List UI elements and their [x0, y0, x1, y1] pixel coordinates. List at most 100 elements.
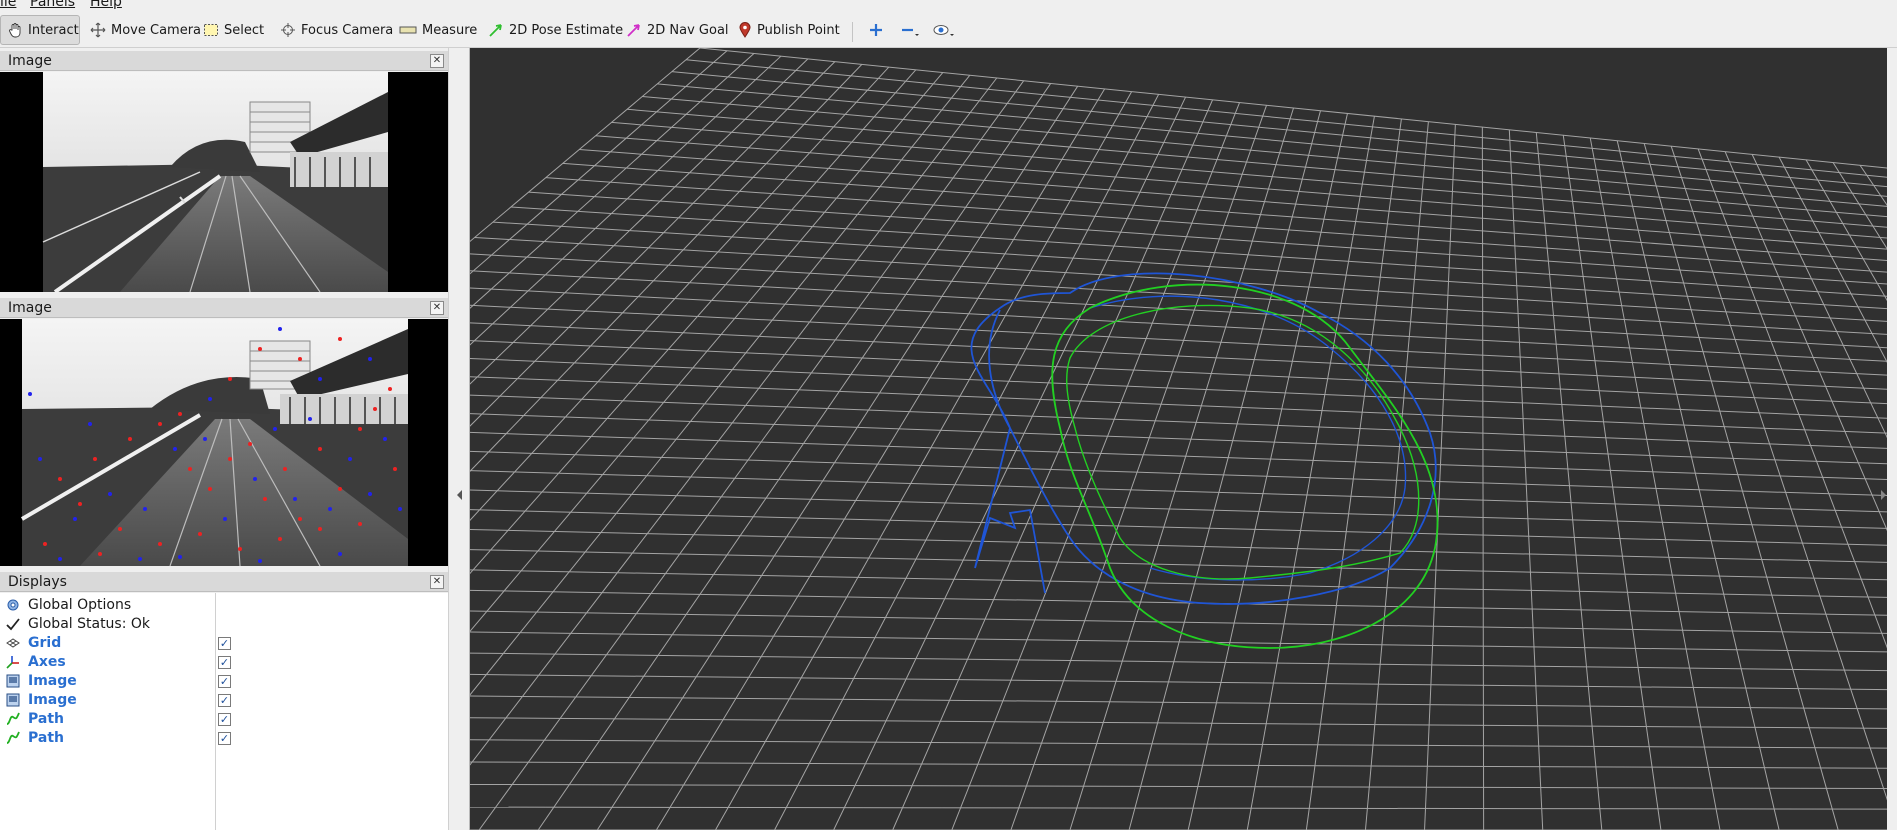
- select-label: Select: [224, 22, 265, 38]
- 3d-viewport[interactable]: [470, 48, 1887, 830]
- collapse-right-icon: [1881, 490, 1886, 500]
- camera-image-1: [0, 72, 448, 292]
- grid-line: [951, 102, 1241, 830]
- panel-splitter[interactable]: [448, 48, 470, 830]
- move-camera-label: Move Camera: [111, 22, 202, 38]
- image-2-enabled-checkbox[interactable]: ✓: [218, 694, 231, 707]
- displays-tree: Global Options Global Status: Ok Grid Ax…: [0, 593, 448, 830]
- menu-file[interactable]: ile: [0, 0, 16, 10]
- grid-line: [470, 66, 890, 521]
- grid-line: [470, 529, 1887, 563]
- grid-line: [470, 50, 728, 275]
- checkmark-icon: [6, 617, 20, 630]
- ruler-icon: [399, 26, 417, 34]
- close-icon[interactable]: ✕: [430, 54, 444, 68]
- move-camera-button[interactable]: Move Camera: [84, 15, 207, 45]
- display-row-image-1[interactable]: Image: [6, 671, 77, 690]
- display-label: Path: [28, 729, 64, 746]
- interact-button[interactable]: Interact: [0, 15, 80, 45]
- toolbar: Interact Move Camera Select Focus Camera…: [0, 12, 1897, 48]
- focus-camera-button[interactable]: Focus Camera: [274, 15, 399, 45]
- nav-goal-label: 2D Nav Goal: [647, 22, 729, 38]
- display-row-path-1[interactable]: Path: [6, 709, 64, 728]
- grid-line: [470, 673, 1887, 691]
- display-row-path-2[interactable]: Path: [6, 728, 64, 747]
- publish-point-label: Publish Point: [757, 22, 840, 38]
- grid-line: [1246, 116, 1375, 830]
- image-panel-2-header: Image ✕: [0, 298, 448, 318]
- grid-line: [1128, 110, 1321, 830]
- grid-line: [642, 95, 1887, 207]
- grid-line: [528, 191, 1887, 285]
- gear-icon: [7, 599, 19, 610]
- grid-line: [470, 652, 1887, 672]
- ground-grid: [470, 48, 1887, 830]
- display-row-global-status[interactable]: Global Status: Ok: [6, 614, 150, 633]
- grid-line: [892, 99, 1214, 830]
- grid-enabled-checkbox[interactable]: ✓: [218, 637, 231, 650]
- hand-icon: [9, 23, 21, 38]
- grid-line: [1364, 121, 1429, 830]
- measure-button[interactable]: Measure: [393, 15, 483, 45]
- minus-icon: [902, 28, 919, 36]
- display-label: Global Status: Ok: [28, 615, 151, 632]
- path-1-enabled-checkbox[interactable]: ✓: [218, 713, 231, 726]
- display-label: Image: [28, 691, 77, 708]
- pose-estimate-button[interactable]: 2D Pose Estimate: [482, 15, 629, 45]
- publish-point-button[interactable]: Publish Point: [732, 15, 846, 45]
- menu-bar: ile Panels Help: [0, 0, 1897, 12]
- display-row-image-2[interactable]: Image: [6, 690, 77, 709]
- path-2-enabled-checkbox[interactable]: ✓: [218, 732, 231, 745]
- blue-path-inner: [1089, 295, 1407, 581]
- image-icon: [6, 674, 20, 687]
- view-tool-button[interactable]: [926, 15, 962, 45]
- grid-line: [470, 695, 1887, 710]
- green-path-inner: [1066, 304, 1420, 580]
- grid-line: [470, 450, 1887, 497]
- nav-goal-button[interactable]: 2D Nav Goal: [620, 15, 735, 45]
- measure-label: Measure: [422, 22, 478, 38]
- map-pin-icon: [739, 22, 751, 38]
- image-1-enabled-checkbox[interactable]: ✓: [218, 675, 231, 688]
- green-path: [1051, 283, 1439, 649]
- green-arrow-icon: [489, 24, 502, 37]
- grid-line: [470, 549, 1887, 581]
- close-icon[interactable]: ✕: [430, 575, 444, 589]
- plus-icon: [870, 24, 882, 36]
- grid-line: [470, 74, 971, 696]
- toolbar-separator: [852, 22, 853, 42]
- grid-line: [1187, 113, 1348, 830]
- grid-line: [470, 304, 1887, 376]
- grid-line: [470, 64, 863, 472]
- grid-line: [470, 58, 809, 385]
- displays-panel-header: Displays ✕: [0, 572, 448, 592]
- select-button[interactable]: Select: [197, 15, 270, 45]
- grid-line: [470, 717, 1887, 729]
- display-row-axes[interactable]: Axes: [6, 652, 66, 671]
- grid-line: [686, 59, 1887, 178]
- column-separator: [215, 593, 216, 830]
- remove-tool-button[interactable]: [894, 15, 926, 45]
- add-tool-button[interactable]: [862, 15, 890, 45]
- grid-line: [470, 253, 1887, 335]
- image-panel-1-title: Image: [8, 53, 52, 69]
- display-row-grid[interactable]: Grid: [6, 633, 61, 652]
- display-label: Image: [28, 672, 77, 689]
- menu-panels[interactable]: Panels: [30, 0, 75, 10]
- interact-label: Interact: [28, 22, 79, 38]
- axes-enabled-checkbox[interactable]: ✓: [218, 656, 231, 669]
- blue-path: [970, 272, 1437, 605]
- grid-line: [611, 121, 1887, 228]
- right-panel-edge: [1887, 48, 1897, 830]
- grid-line: [470, 376, 1887, 434]
- grid-line: [470, 358, 1887, 419]
- menu-help[interactable]: Help: [90, 0, 122, 10]
- close-icon[interactable]: ✕: [430, 301, 444, 315]
- display-row-global-options[interactable]: Global Options: [6, 595, 131, 614]
- grid-line: [1424, 124, 1456, 830]
- image-panel-1-header: Image ✕: [0, 51, 448, 71]
- grid-line: [470, 340, 1887, 405]
- camera-image-2: [0, 319, 448, 566]
- grid-line: [470, 53, 755, 309]
- grid-line: [470, 55, 782, 346]
